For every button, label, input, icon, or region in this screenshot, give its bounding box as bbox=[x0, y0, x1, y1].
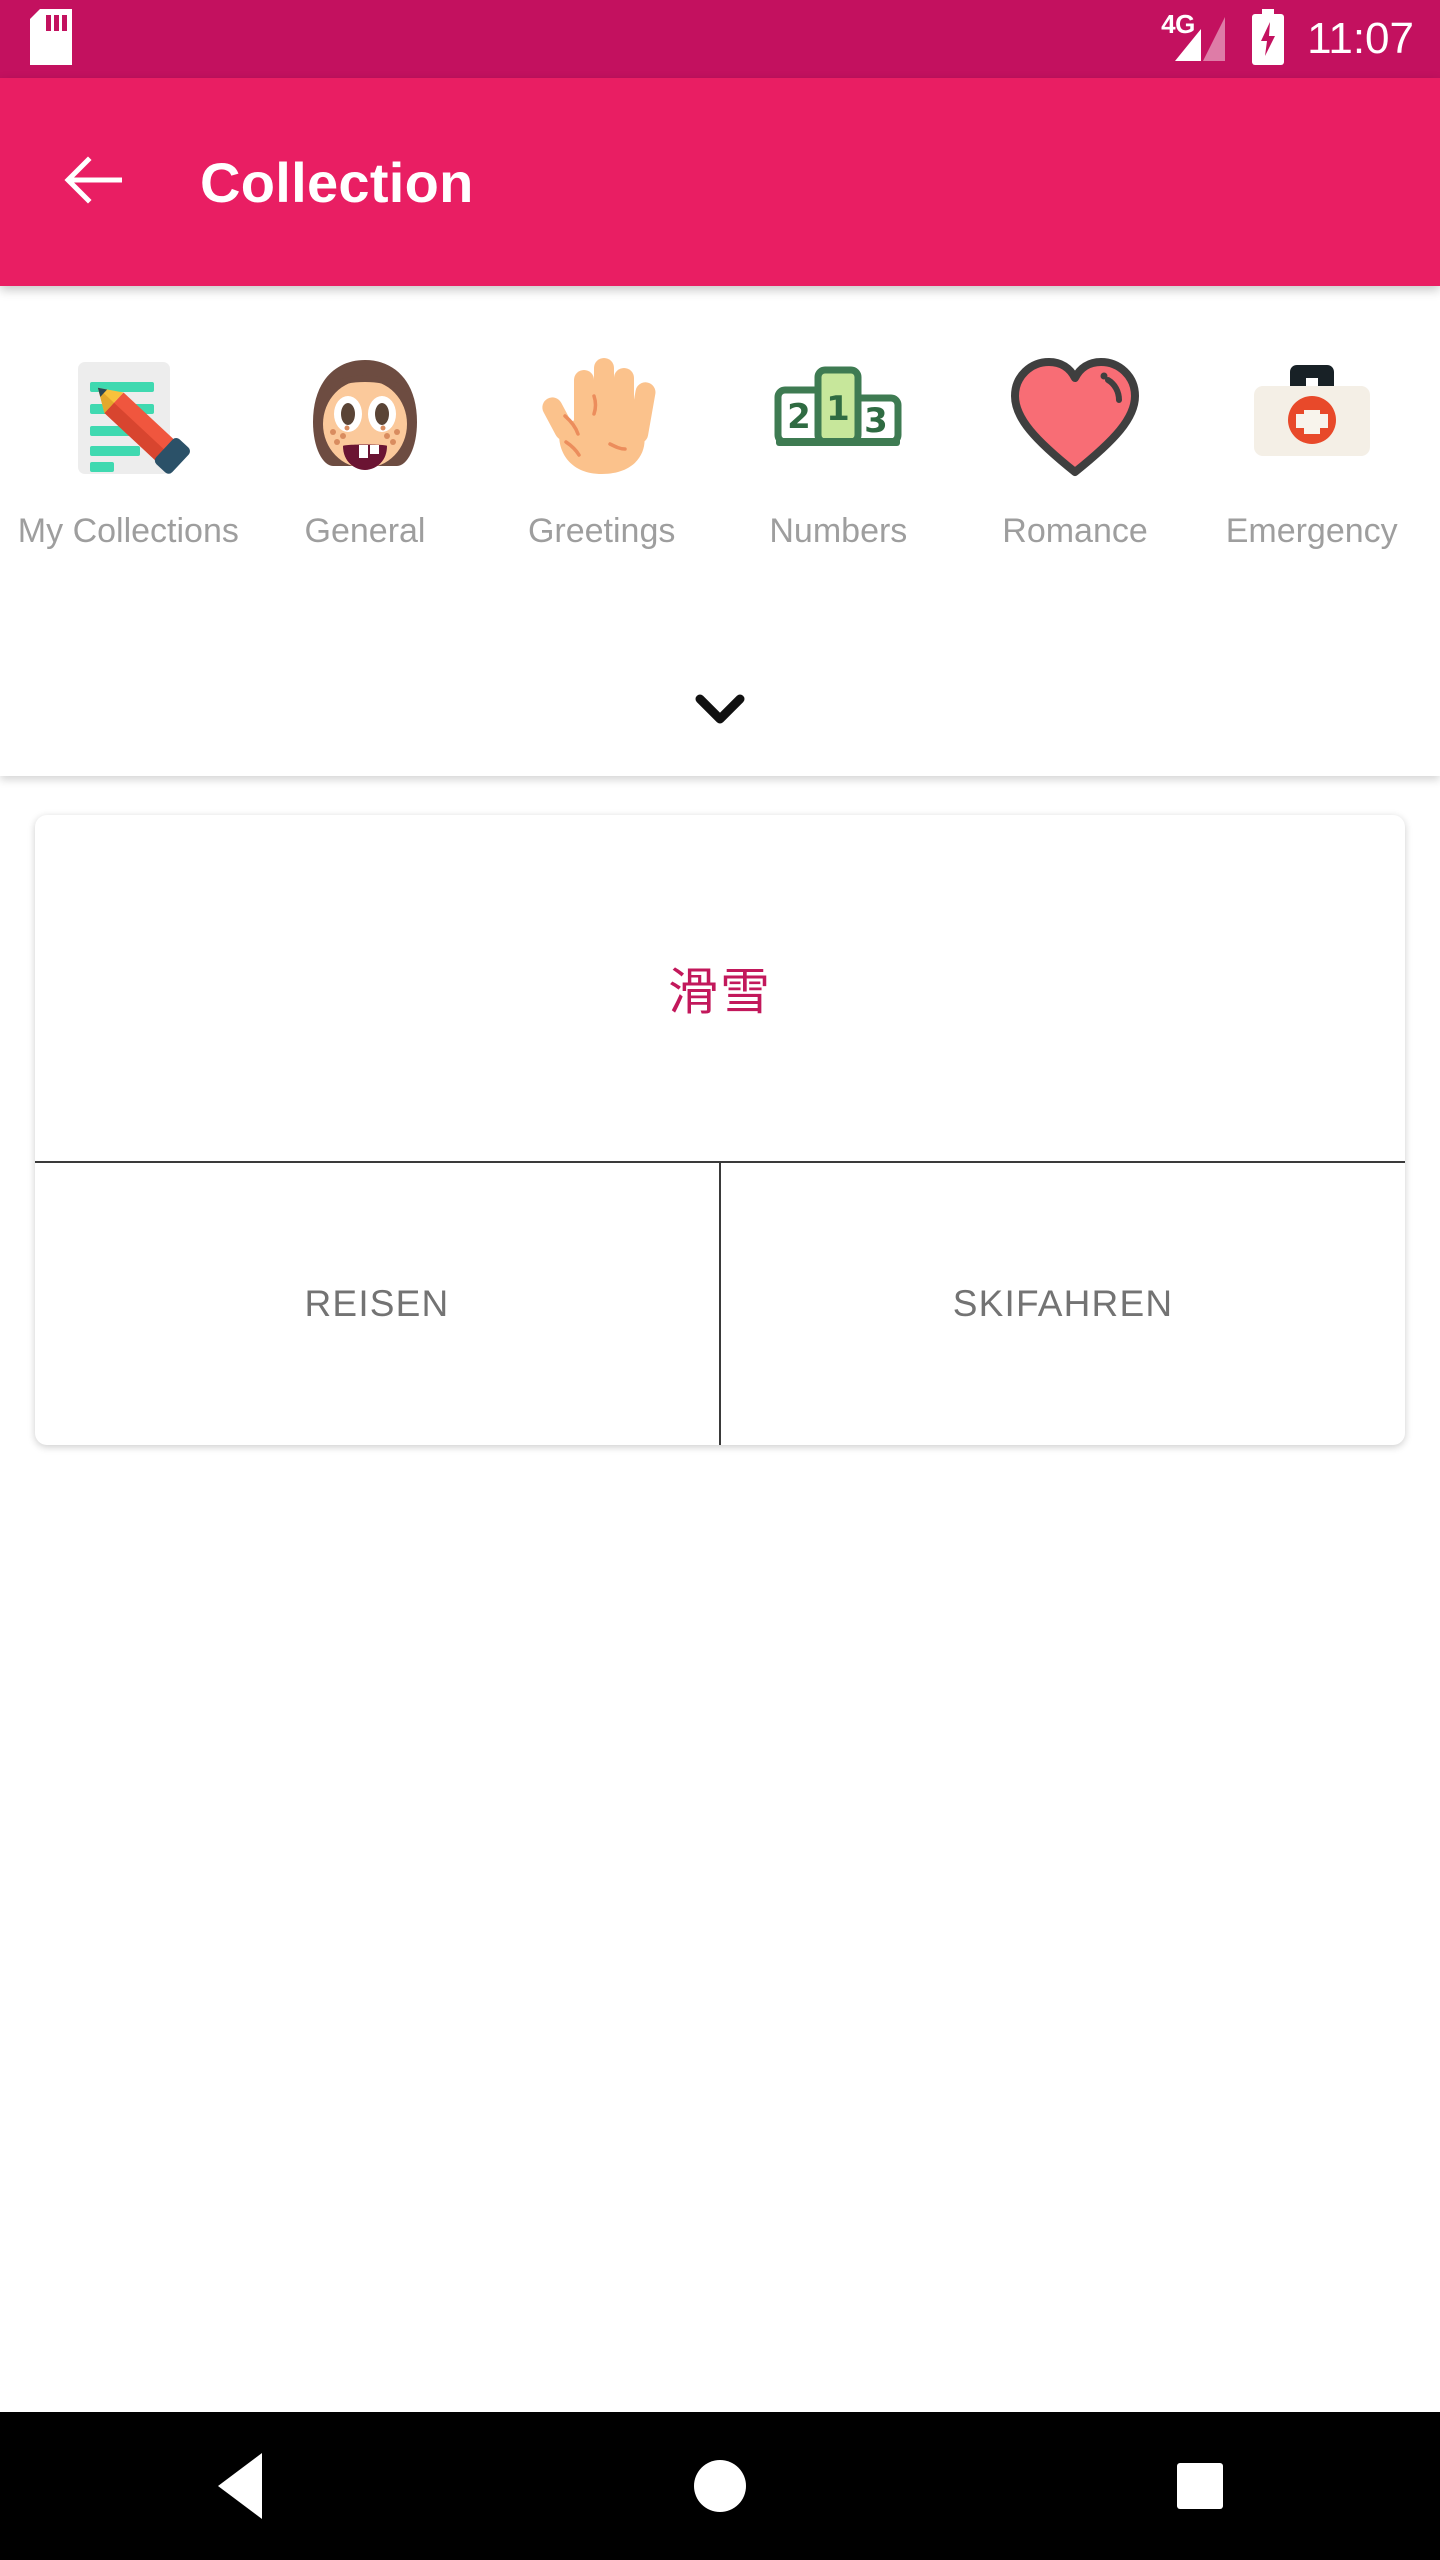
nav-recents-square-icon bbox=[1177, 2463, 1223, 2509]
battery-charging-icon bbox=[1251, 8, 1285, 70]
category-item-numbers[interactable]: 2 1 3 Numbers bbox=[720, 332, 957, 553]
card-action-row: REISEN SKIFAHREN bbox=[35, 1163, 1405, 1445]
vocabulary-card: 滑雪 REISEN SKIFAHREN bbox=[35, 815, 1405, 1445]
app-bar: Collection bbox=[0, 78, 1440, 286]
svg-text:1: 1 bbox=[827, 389, 851, 429]
category-label: Romance bbox=[1002, 512, 1148, 550]
nav-recents-button[interactable] bbox=[1100, 2412, 1300, 2560]
card-action-label: REISEN bbox=[304, 1283, 450, 1324]
card-term-text: 滑雪 bbox=[668, 963, 772, 1021]
sd-card-icon bbox=[30, 8, 72, 70]
nav-back-triangle-icon bbox=[218, 2453, 262, 2519]
category-label: My Collections bbox=[17, 512, 239, 550]
category-label: Numbers bbox=[769, 512, 908, 550]
card-action-skifahren[interactable]: SKIFAHREN bbox=[719, 1163, 1405, 1445]
svg-text:2: 2 bbox=[788, 397, 812, 437]
card-term-area[interactable]: 滑雪 bbox=[35, 815, 1405, 1163]
android-navigation-bar bbox=[0, 2412, 1440, 2560]
signal-bars-icon: 4G bbox=[1161, 11, 1229, 65]
child-face-emoji bbox=[279, 332, 451, 504]
card-action-reisen[interactable]: REISEN bbox=[35, 1163, 719, 1445]
first-aid-kit-emoji bbox=[1226, 332, 1398, 504]
category-panel: My Collections General Greetings 2 1 3 N… bbox=[0, 286, 1440, 776]
status-bar: 4G 11:07 bbox=[0, 0, 1440, 78]
podium-123-emoji: 2 1 3 bbox=[752, 332, 924, 504]
chevron-down-icon bbox=[694, 693, 746, 730]
category-item-emergency[interactable]: Emergency bbox=[1193, 332, 1430, 553]
page-title: Collection bbox=[200, 150, 474, 214]
category-label: General bbox=[304, 512, 426, 550]
phone-screen: 4G 11:07 Collection My Collections Gener… bbox=[0, 0, 1440, 2560]
heart-emoji bbox=[989, 332, 1161, 504]
card-action-label: SKIFAHREN bbox=[952, 1283, 1174, 1324]
category-list: My Collections General Greetings 2 1 3 N… bbox=[0, 286, 1440, 646]
category-item-romance[interactable]: Romance bbox=[957, 332, 1194, 553]
category-item-greetings[interactable]: Greetings bbox=[483, 332, 720, 553]
category-item-my-collections[interactable]: My Collections bbox=[10, 332, 247, 553]
raised-hand-emoji bbox=[516, 332, 688, 504]
status-bar-left bbox=[30, 8, 72, 70]
back-arrow-icon bbox=[64, 154, 126, 211]
nav-back-button[interactable] bbox=[140, 2412, 340, 2560]
back-button[interactable] bbox=[46, 133, 144, 231]
memo-pencil-emoji bbox=[42, 332, 214, 504]
category-item-general[interactable]: General bbox=[247, 332, 484, 553]
nav-home-circle-icon bbox=[694, 2460, 746, 2512]
nav-home-button[interactable] bbox=[620, 2412, 820, 2560]
category-label: Greetings bbox=[527, 512, 676, 550]
status-bar-right: 4G 11:07 bbox=[1161, 8, 1414, 70]
expand-categories-button[interactable] bbox=[0, 646, 1440, 776]
status-bar-clock: 11:07 bbox=[1307, 14, 1414, 63]
category-label: Emergency bbox=[1225, 512, 1398, 550]
svg-text:3: 3 bbox=[865, 401, 889, 441]
